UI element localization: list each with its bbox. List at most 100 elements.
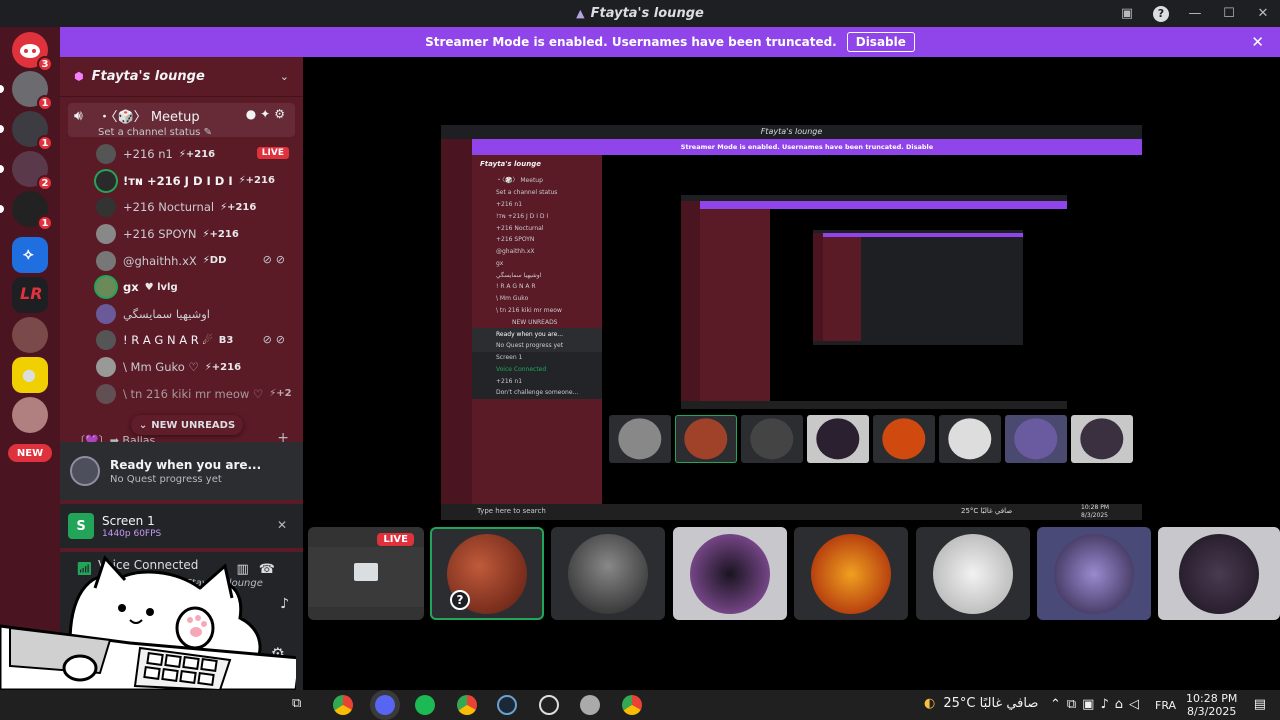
help-icon[interactable]: ? xyxy=(1144,0,1178,27)
title-bar: ▲ Ftayta's lounge ▣ ? — ☐ ✕ xyxy=(0,0,1280,27)
app-icon[interactable] xyxy=(539,695,559,715)
channel-status[interactable]: Set a channel status ✎ xyxy=(98,127,287,138)
participant-tile[interactable] xyxy=(673,527,787,620)
dm-avatar[interactable]: 1 xyxy=(0,111,53,151)
dm-avatar[interactable]: 1 xyxy=(0,191,53,231)
avatar xyxy=(96,357,116,378)
voice-member[interactable]: اوشيهيا سمايسگي xyxy=(60,301,303,328)
quest-panel[interactable]: Ready when you are... No Quest progress … xyxy=(60,442,303,500)
avatar xyxy=(96,170,116,191)
disable-button[interactable]: Disable xyxy=(846,32,915,52)
notification-center-icon[interactable]: ▤ xyxy=(1254,697,1266,712)
participant-tile[interactable] xyxy=(1037,527,1151,620)
server-icon: ▲ xyxy=(576,7,585,20)
windows-taskbar: ⧉ ◐ 25°C صافي غالبًا ⌃⧉▣♪⌂◁ FRA 10:28 PM… xyxy=(0,690,1280,720)
voice-member[interactable]: gx ♥ lvlg xyxy=(60,274,303,301)
server-icon-blue[interactable]: ⟡ xyxy=(12,237,48,273)
avatar xyxy=(96,197,116,218)
minimize-button[interactable]: — xyxy=(1178,0,1212,27)
server-boost-icon: ⬢ xyxy=(74,70,84,83)
monitor-icon xyxy=(354,563,378,581)
avatar xyxy=(96,303,116,324)
task-view-icon[interactable]: ⧉ xyxy=(292,696,301,711)
muted-deafened-icons: ⊘⊘ xyxy=(262,333,289,347)
avatar xyxy=(1054,533,1134,614)
participant-tile[interactable] xyxy=(1158,527,1280,620)
close-banner-icon[interactable]: ✕ xyxy=(1251,33,1264,51)
avatar xyxy=(96,224,116,245)
avatar xyxy=(96,250,116,271)
chrome-profile-icon[interactable] xyxy=(622,695,642,715)
voice-member[interactable]: !тɴ +216 J D I D I ⚡+216 xyxy=(60,168,303,195)
voice-channel-meetup[interactable]: 🔊︎ ・〈🎲〉 Meetup Set a channel status ✎ ●✦… xyxy=(68,103,295,138)
server-icon-yellow[interactable]: ● xyxy=(12,357,48,393)
app-icon[interactable] xyxy=(580,695,600,715)
server-icon[interactable] xyxy=(12,317,48,353)
voice-member[interactable]: \ tn 216 kiki mr meow ♡ ⚡+2 xyxy=(60,380,303,407)
avatar xyxy=(811,533,891,614)
participant-tile[interactable]: ? xyxy=(430,527,544,620)
app-window: ▲ Ftayta's lounge ▣ ? — ☐ ✕ Streamer Mod… xyxy=(0,0,1280,720)
live-badge: LIVE xyxy=(377,533,414,546)
live-badge: LIVE xyxy=(256,147,289,159)
muted-deafened-icons: ⊘⊘ xyxy=(262,253,289,267)
close-window-button[interactable]: ✕ xyxy=(1246,0,1280,27)
steam-icon[interactable] xyxy=(497,695,517,715)
avatar xyxy=(96,383,116,404)
avatar xyxy=(690,533,770,614)
avatar xyxy=(568,533,648,614)
system-tray-icons[interactable]: ⌃⧉▣♪⌂◁ xyxy=(1050,697,1145,712)
spotify-icon[interactable] xyxy=(415,695,435,715)
participant-tile[interactable] xyxy=(916,527,1030,620)
chrome-icon[interactable] xyxy=(333,695,353,715)
screen-share-panel[interactable]: S Screen 1 1440p 60FPS ✕ xyxy=(60,504,303,548)
stop-stream-icon[interactable]: ✕ xyxy=(277,518,287,532)
window-controls: ▣ ? — ☐ ✕ xyxy=(1110,0,1280,27)
chrome-profile-icon[interactable] xyxy=(457,695,477,715)
channel-action-icons[interactable]: ●✦⚙ xyxy=(246,107,289,121)
voice-member-list: +216 n1 ⚡+216 LIVE !тɴ +216 J D I D I ⚡+… xyxy=(60,141,303,407)
notification-badge: 3 xyxy=(37,56,53,72)
voice-member[interactable]: +216 Nocturnal ⚡+216 xyxy=(60,194,303,221)
new-unreads-button[interactable]: ⌄ NEW UNREADS xyxy=(131,415,243,435)
discord-taskbar-icon[interactable] xyxy=(375,695,395,715)
weather-widget[interactable]: ◐ 25°C صافي غالبًا xyxy=(924,696,1038,711)
new-unread-pill[interactable]: NEW xyxy=(8,444,52,462)
moon-icon: ◐ xyxy=(924,696,936,711)
notification-badge: 1 xyxy=(37,95,53,111)
server-header[interactable]: ⬢ Ftayta's lounge ⌄ xyxy=(60,57,303,97)
notification-badge: 1 xyxy=(37,135,53,151)
stream-quality: 1440p 60FPS xyxy=(102,528,162,539)
stream-video[interactable]: Ftayta's lounge Streamer Mode is enabled… xyxy=(441,125,1142,520)
voice-member[interactable]: +216 SPOYN ⚡+216 xyxy=(60,221,303,248)
inbox-icon[interactable]: ▣ xyxy=(1110,0,1144,27)
help-icon: ? xyxy=(450,590,470,610)
language-indicator[interactable]: FRA xyxy=(1155,699,1176,712)
participant-tile[interactable] xyxy=(794,527,908,620)
voice-member[interactable]: \ Mm Guko ♡ ⚡+216 xyxy=(60,354,303,381)
screen-icon: S xyxy=(68,513,94,539)
notification-badge: 1 xyxy=(37,215,53,231)
server-icon-lr[interactable]: LR xyxy=(12,277,48,313)
taskbar-clock[interactable]: 10:28 PM 8/3/2025 xyxy=(1186,692,1237,718)
voice-member[interactable]: +216 n1 ⚡+216 LIVE xyxy=(60,141,303,168)
cat-sticker-overlay xyxy=(0,555,296,690)
dm-avatar[interactable]: 1 xyxy=(0,71,53,111)
participant-tile-stream[interactable]: LIVE xyxy=(308,527,424,620)
streamer-mode-banner: Streamer Mode is enabled. Usernames have… xyxy=(60,27,1280,57)
dm-avatar[interactable]: 2 xyxy=(0,151,53,191)
avatar xyxy=(933,533,1013,614)
maximize-button[interactable]: ☐ xyxy=(1212,0,1246,27)
home-icon[interactable]: 3 xyxy=(12,32,53,72)
window-title: ▲ Ftayta's lounge xyxy=(576,6,704,21)
server-icon[interactable] xyxy=(12,397,48,433)
voice-member[interactable]: ! R A G N A R ☄ B3 ⊘⊘ xyxy=(60,327,303,354)
avatar xyxy=(96,330,116,351)
speaker-icon: 🔊︎ xyxy=(74,108,83,124)
voice-member[interactable]: @ghaithh.xX ⚡DD ⊘⊘ xyxy=(60,247,303,274)
avatar xyxy=(96,144,116,165)
banner-text: Streamer Mode is enabled. Usernames have… xyxy=(425,35,837,49)
participant-tile[interactable] xyxy=(551,527,665,620)
chevron-down-icon: ⌄ xyxy=(279,70,289,83)
quest-avatar xyxy=(70,456,100,486)
